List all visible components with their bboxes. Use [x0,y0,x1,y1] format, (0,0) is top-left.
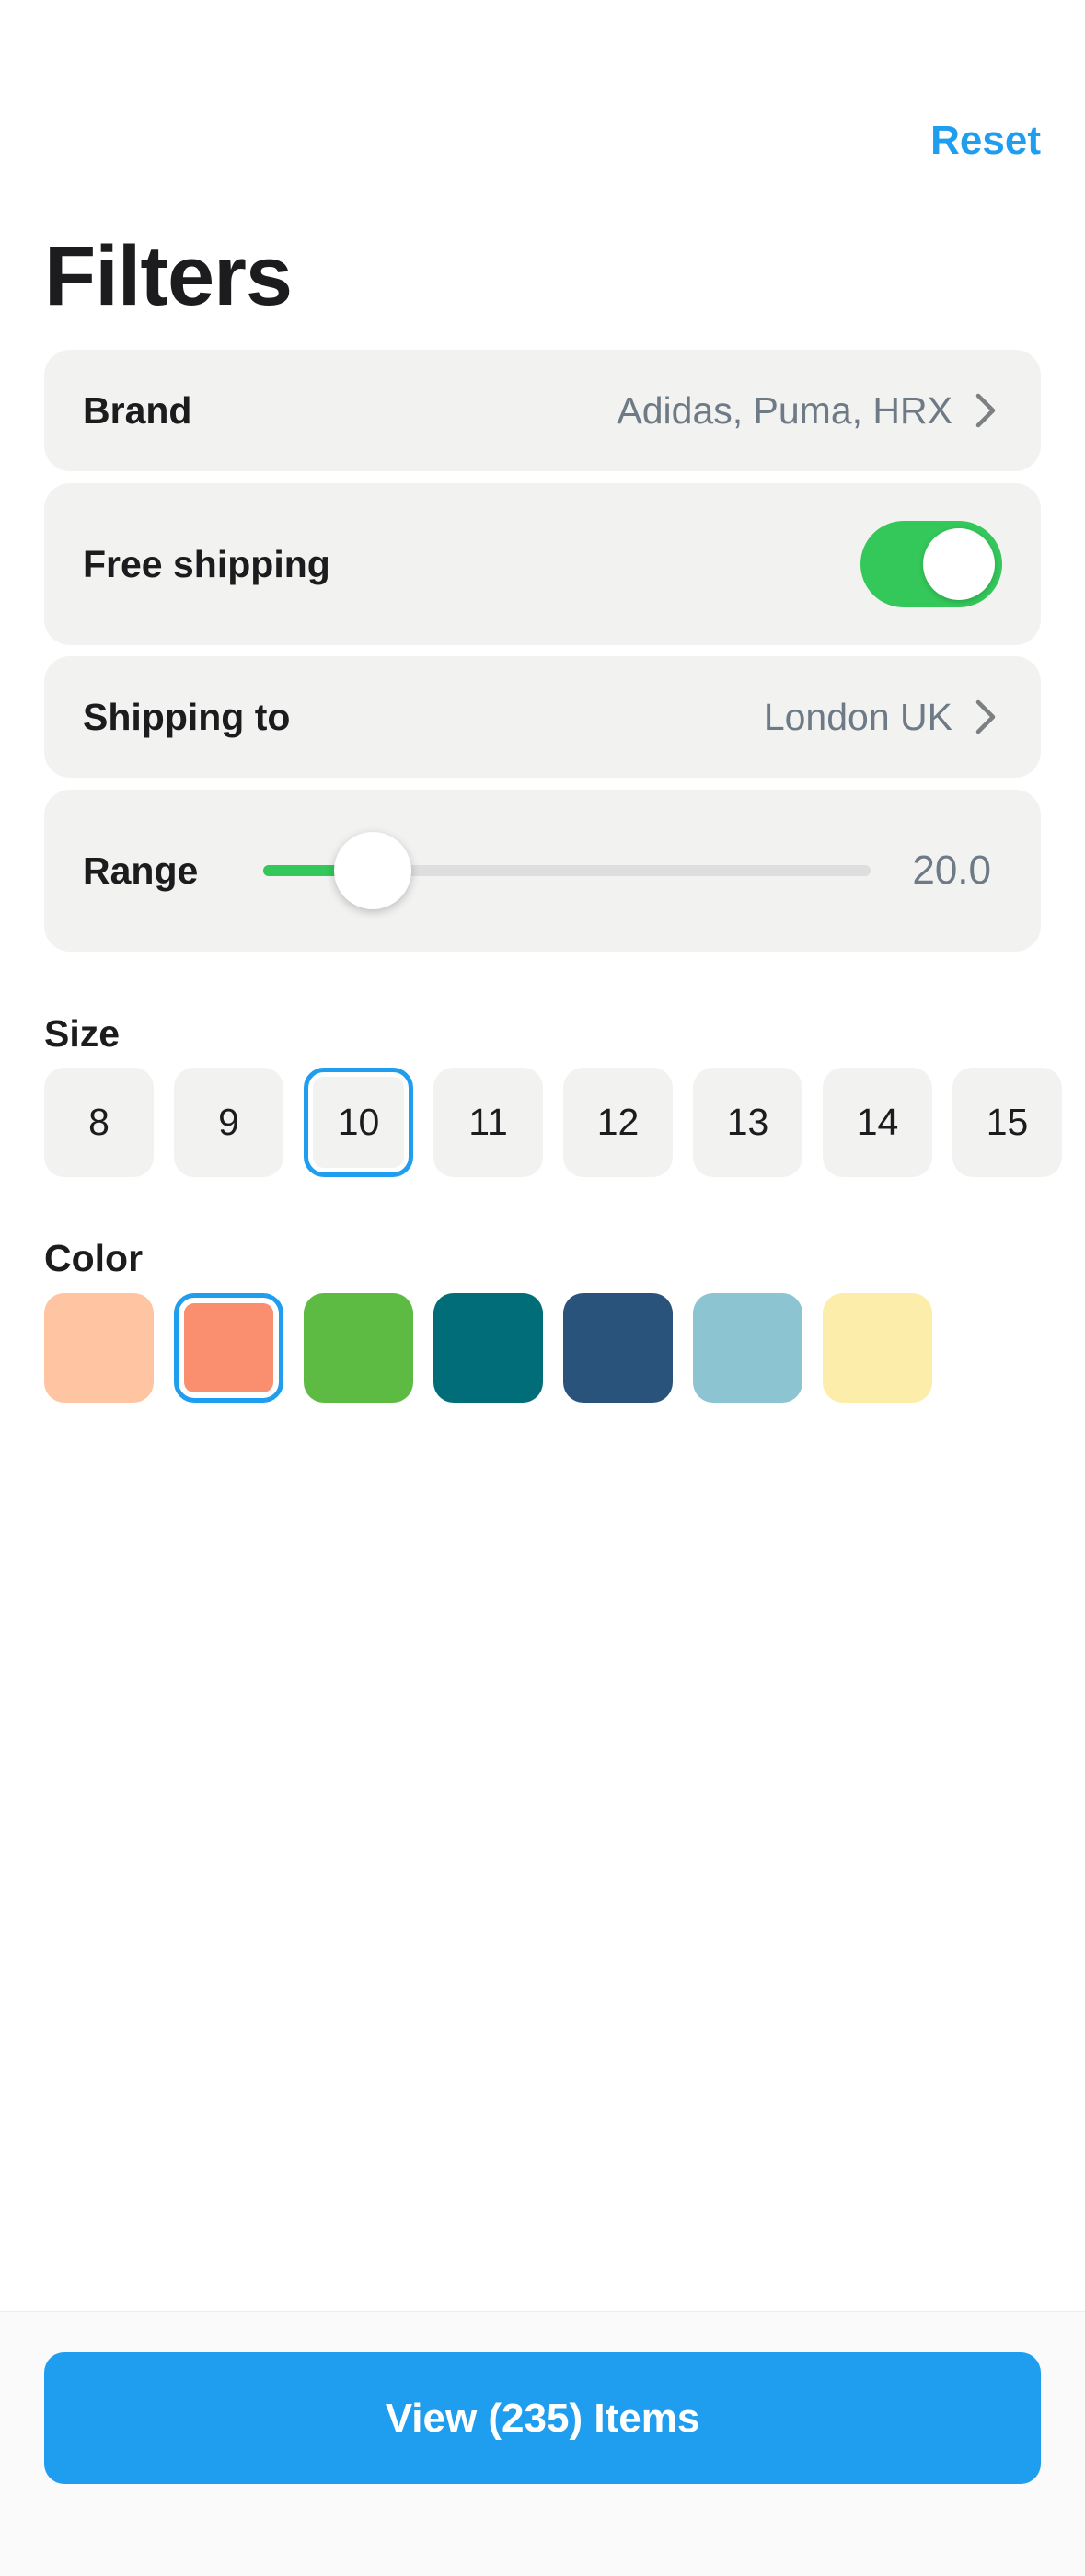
slider-thumb[interactable] [334,832,411,909]
brand-label: Brand [83,388,192,432]
range-label: Range [83,849,199,892]
size-chip-label: 9 [218,1101,239,1143]
range-row: Range 20.0 [44,790,1041,952]
color-swatch-3[interactable] [304,1293,413,1403]
color-swatch-5[interactable] [563,1293,673,1403]
chevron-right-icon [969,388,1002,433]
range-slider[interactable] [263,832,871,909]
brand-row[interactable]: Brand Adidas, Puma, HRX [44,350,1041,471]
size-chip-label: 12 [596,1101,640,1143]
color-swatch-6[interactable] [693,1293,802,1403]
range-value: 20.0 [912,848,991,893]
brand-value: Adidas, Puma, HRX [617,388,952,432]
shipping-to-row[interactable]: Shipping to London UK [44,656,1041,778]
brand-value-group: Adidas, Puma, HRX [617,388,1002,433]
shipping-to-label: Shipping to [83,695,291,738]
reset-button[interactable]: Reset [930,118,1041,164]
size-chip-12[interactable]: 12 [563,1068,673,1177]
size-chip-label: 8 [88,1101,110,1143]
color-swatch-1[interactable] [44,1293,154,1403]
size-chip-label: 13 [726,1101,769,1143]
bottom-bar: View (235) Items [0,2311,1085,2576]
chevron-right-icon [969,695,1002,739]
size-chip-label: 11 [468,1101,508,1143]
size-chip-13[interactable]: 13 [693,1068,802,1177]
free-shipping-toggle[interactable] [860,521,1002,607]
size-section-label: Size [44,1012,121,1055]
size-chip-10[interactable]: 10 [304,1068,413,1177]
toggle-knob [923,528,995,600]
shipping-to-value-group: London UK [764,695,1002,739]
free-shipping-label: Free shipping [83,542,330,585]
color-section-label: Color [44,1237,144,1279]
view-items-button[interactable]: View (235) Items [44,2352,1041,2484]
color-options [44,1293,932,1403]
size-chip-9[interactable]: 9 [174,1068,283,1177]
color-swatch-2[interactable] [174,1293,283,1403]
shipping-to-value: London UK [763,695,952,738]
color-swatch-4[interactable] [433,1293,543,1403]
size-chip-label: 14 [856,1101,899,1143]
color-swatch-7[interactable] [823,1293,932,1403]
size-chip-label: 10 [337,1101,380,1143]
size-chip-14[interactable]: 14 [823,1068,932,1177]
size-chip-11[interactable]: 11 [433,1068,543,1177]
size-chip-15[interactable]: 15 [952,1068,1062,1177]
size-chip-8[interactable]: 8 [44,1068,154,1177]
size-chip-label: 15 [986,1101,1029,1143]
size-options: 8 9 10 11 12 13 14 15 [44,1068,1062,1177]
free-shipping-row: Free shipping [44,483,1041,645]
filters-screen: Reset Filters Brand Adidas, Puma, HRX Fr… [0,0,1085,2576]
page-title: Filters [44,229,293,323]
